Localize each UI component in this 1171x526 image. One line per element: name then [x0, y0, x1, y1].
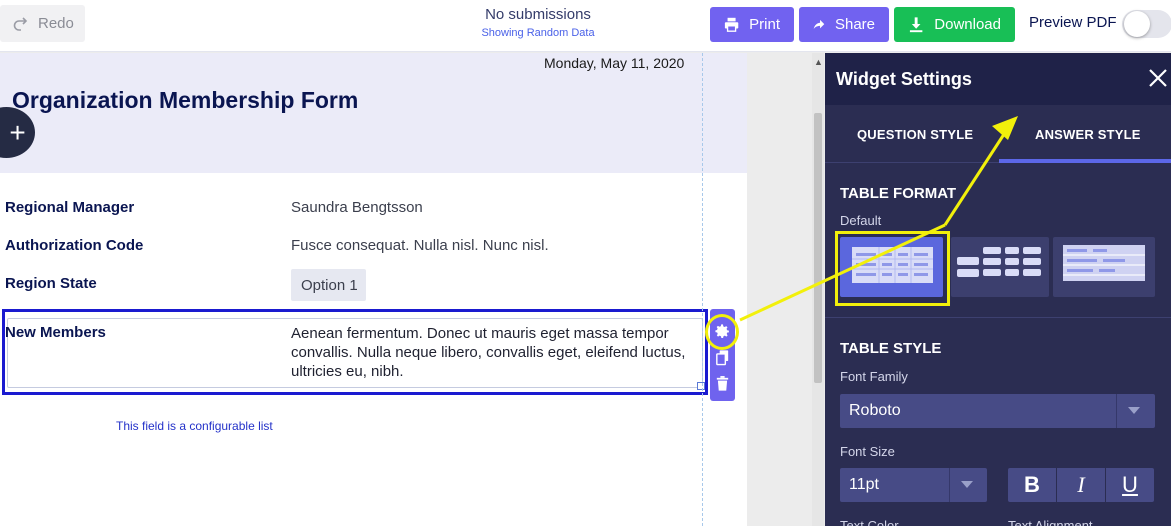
widget-settings-panel: Widget Settings QUESTION STYLE ANSWER ST…	[825, 53, 1171, 526]
field-label: Regional Manager	[5, 199, 135, 216]
toggle-knob	[1124, 11, 1150, 37]
field-label: Region State	[5, 275, 97, 292]
download-icon	[909, 17, 923, 33]
submissions-status: No submissions Showing Random Data	[440, 6, 636, 39]
font-size-label: Font Size	[840, 444, 895, 459]
new-members-field-selected[interactable]: New Members Aenean fermentum. Donec ut m…	[2, 309, 708, 395]
font-size-value: 11pt	[849, 476, 879, 493]
download-label: Download	[934, 16, 1001, 33]
share-button[interactable]: Share	[799, 7, 889, 42]
active-tab-indicator	[999, 159, 1171, 163]
field-value: Aenean fermentum. Donec ut mauris eget m…	[291, 325, 686, 380]
duplicate-icon[interactable]	[714, 349, 731, 366]
bold-button[interactable]: B	[1008, 468, 1056, 502]
selected-format-highlight	[835, 231, 950, 306]
resize-handle[interactable]	[697, 382, 705, 390]
preview-pdf-label: Preview PDF	[1029, 14, 1117, 31]
text-color-label: Text Color	[840, 518, 899, 526]
select-divider	[949, 468, 950, 502]
print-button[interactable]: Print	[710, 7, 794, 42]
trash-icon[interactable]	[714, 375, 731, 392]
download-button[interactable]: Download	[894, 7, 1015, 42]
table-format-list-option[interactable]	[1053, 237, 1155, 297]
scrollbar-thumb[interactable]	[814, 113, 822, 383]
font-size-select[interactable]: 11pt	[840, 468, 987, 502]
font-family-label: Font Family	[840, 369, 908, 384]
gear-highlight-circle	[705, 314, 739, 350]
table-cards-icon	[957, 247, 1041, 277]
underline-button[interactable]: U	[1106, 468, 1154, 502]
style-tabs: QUESTION STYLE ANSWER STYLE	[825, 105, 1171, 163]
tab-question-style[interactable]: QUESTION STYLE	[857, 127, 973, 142]
field-label: Authorization Code	[5, 237, 144, 254]
redo-icon	[13, 16, 28, 31]
table-format-cards-option[interactable]	[951, 237, 1049, 297]
tab-answer-style[interactable]: ANSWER STYLE	[1035, 127, 1141, 142]
printer-icon	[724, 17, 739, 32]
select-divider	[1116, 394, 1117, 428]
option-chip: Option 1	[291, 269, 366, 301]
chevron-down-icon	[1128, 407, 1140, 414]
submissions-title: No submissions	[485, 6, 591, 23]
text-alignment-label: Text Alignment	[1008, 518, 1093, 526]
form-date: Monday, May 11, 2020	[544, 55, 685, 71]
form-title[interactable]: Organization Membership Form	[12, 87, 358, 114]
redo-button[interactable]: Redo	[0, 5, 85, 42]
italic-button[interactable]: I	[1057, 468, 1105, 502]
configurable-list-note: This field is a configurable list	[116, 419, 273, 433]
random-data-link[interactable]: Showing Random Data	[440, 27, 636, 39]
panel-title: Widget Settings	[836, 69, 972, 89]
redo-label: Redo	[38, 15, 74, 32]
font-family-select[interactable]: Roboto	[840, 394, 1155, 428]
share-label: Share	[834, 16, 875, 33]
top-toolbar: Redo No submissions Showing Random Data …	[0, 0, 1171, 52]
table-list-icon	[1063, 245, 1145, 281]
field-value: Fusce consequat. Nulla nisl. Nunc nisl.	[291, 237, 549, 254]
section-divider	[825, 317, 1171, 318]
plus-icon: +	[9, 116, 26, 148]
print-label: Print	[749, 16, 780, 33]
scroll-up-arrow-icon[interactable]: ▲	[814, 57, 823, 67]
table-format-selected-label: Default	[840, 213, 882, 228]
share-arrow-icon	[813, 19, 825, 30]
table-style-heading: TABLE STYLE	[840, 340, 942, 357]
page-edge-guide	[702, 53, 703, 526]
table-format-heading: TABLE FORMAT	[840, 185, 957, 202]
field-label: New Members	[5, 324, 106, 341]
preview-pdf-toggle[interactable]	[1122, 10, 1171, 38]
canvas-scrollbar[interactable]: ▲	[812, 53, 824, 526]
font-family-value: Roboto	[849, 402, 901, 419]
panel-header: Widget Settings	[825, 53, 1171, 105]
chevron-down-icon	[961, 481, 973, 488]
close-icon[interactable]	[1147, 67, 1169, 89]
field-value: Saundra Bengtsson	[291, 199, 423, 216]
form-canvas: Monday, May 11, 2020 Organization Member…	[0, 53, 747, 526]
